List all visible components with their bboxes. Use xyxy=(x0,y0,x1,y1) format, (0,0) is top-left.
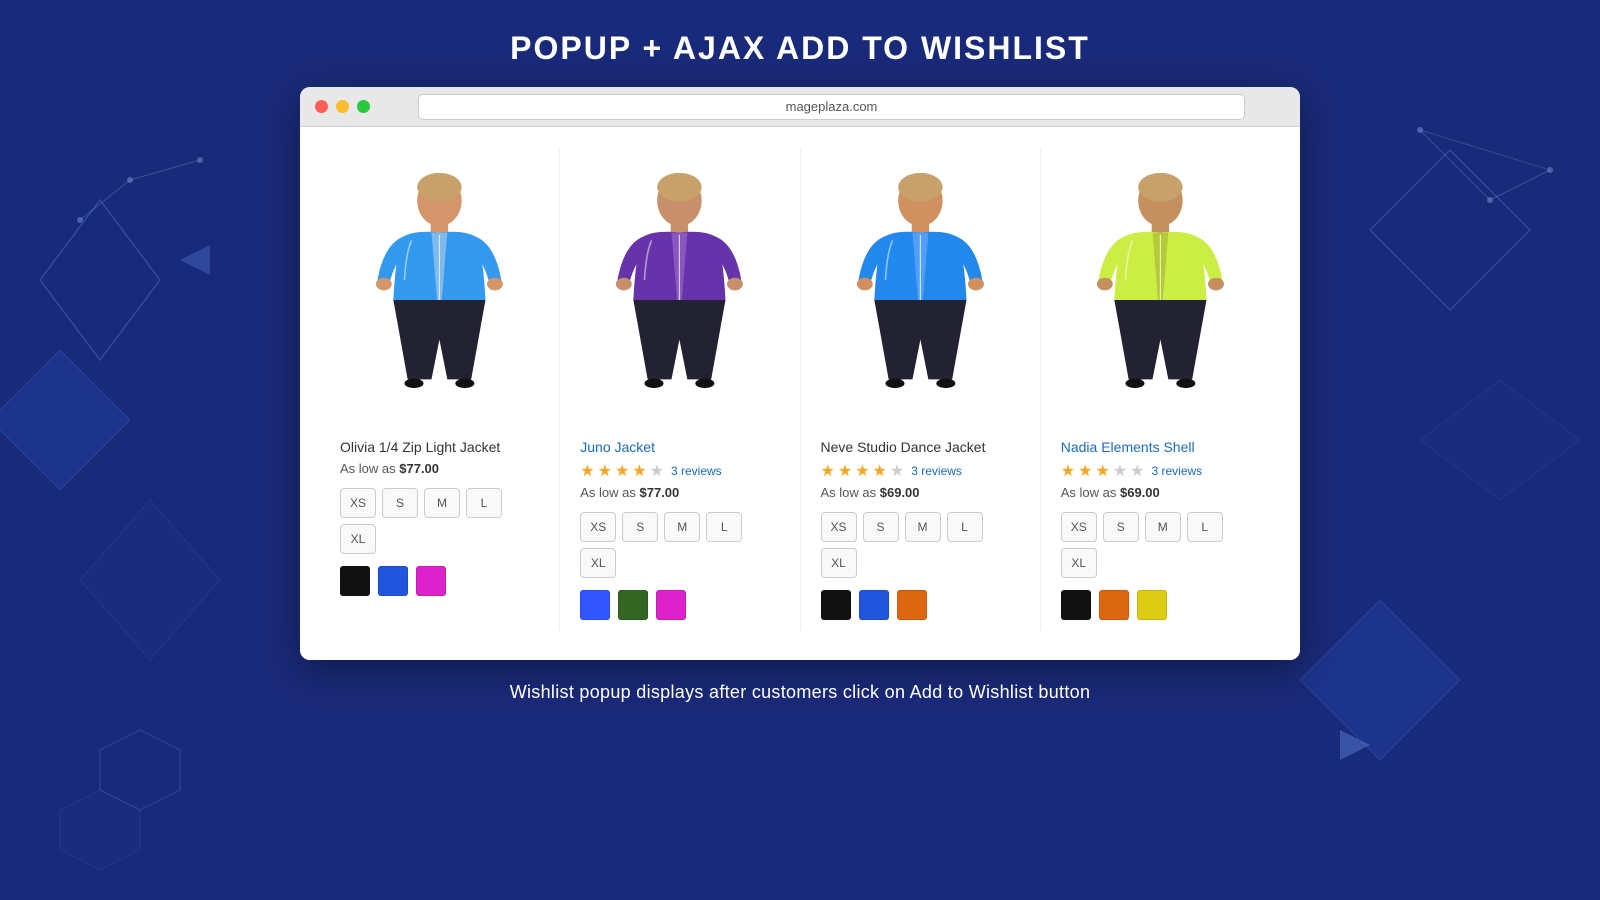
star-3: ★ xyxy=(615,461,629,481)
product-colors xyxy=(580,590,779,620)
page-subtitle: Wishlist popup displays after customers … xyxy=(510,682,1091,703)
browser-window: mageplaza.com Olivia 1/ xyxy=(300,87,1300,660)
browser-url-bar[interactable]: mageplaza.com xyxy=(418,94,1245,120)
color-swatch-1[interactable] xyxy=(1099,590,1129,620)
color-swatch-0[interactable] xyxy=(580,590,610,620)
product-card-p1: Olivia 1/4 Zip Light Jacket As low as $7… xyxy=(320,147,560,630)
browser-bar: mageplaza.com xyxy=(300,87,1300,127)
reviews-link[interactable]: 3 reviews xyxy=(911,464,962,478)
product-image xyxy=(1061,157,1260,427)
product-name[interactable]: Juno Jacket xyxy=(580,439,779,455)
reviews-link[interactable]: 3 reviews xyxy=(671,464,722,478)
product-sizes: XSSML XL xyxy=(821,512,1020,578)
star-3: ★ xyxy=(855,461,869,481)
star-5: ★ xyxy=(890,461,904,481)
color-swatch-1[interactable] xyxy=(378,566,408,596)
browser-maximize-dot[interactable] xyxy=(357,100,370,113)
browser-minimize-dot[interactable] xyxy=(336,100,349,113)
color-swatch-2[interactable] xyxy=(1137,590,1167,620)
size-btn-s[interactable]: S xyxy=(622,512,658,542)
color-swatch-2[interactable] xyxy=(897,590,927,620)
size-btn-l[interactable]: L xyxy=(466,488,502,518)
star-4: ★ xyxy=(873,461,887,481)
color-swatch-1[interactable] xyxy=(618,590,648,620)
product-price: As low as $77.00 xyxy=(340,461,539,476)
product-name[interactable]: Nadia Elements Shell xyxy=(1061,439,1260,455)
size-btn-m[interactable]: M xyxy=(664,512,700,542)
product-card-p3: Neve Studio Dance Jacket ★★★★★3 reviews … xyxy=(801,147,1041,630)
product-card-p4: Nadia Elements Shell ★★★★★3 reviews As l… xyxy=(1041,147,1280,630)
star-2: ★ xyxy=(598,461,612,481)
product-name: Neve Studio Dance Jacket xyxy=(821,439,1020,455)
product-image xyxy=(821,157,1020,427)
size-btn-xs[interactable]: XS xyxy=(340,488,376,518)
star-2: ★ xyxy=(1078,461,1092,481)
color-swatch-1[interactable] xyxy=(859,590,889,620)
star-4: ★ xyxy=(1113,461,1127,481)
size-btn-xs[interactable]: XS xyxy=(821,512,857,542)
star-1: ★ xyxy=(821,461,835,481)
product-stars: ★★★★★3 reviews xyxy=(1061,461,1260,481)
products-grid: Olivia 1/4 Zip Light Jacket As low as $7… xyxy=(300,127,1300,660)
size-btn-xs[interactable]: XS xyxy=(1061,512,1097,542)
product-image xyxy=(580,157,779,427)
star-3: ★ xyxy=(1095,461,1109,481)
product-sizes: XSSML XL xyxy=(340,488,539,554)
size-btn-m[interactable]: M xyxy=(424,488,460,518)
product-price: As low as $77.00 xyxy=(580,485,779,500)
size-btn-xs[interactable]: XS xyxy=(580,512,616,542)
product-price: As low as $69.00 xyxy=(821,485,1020,500)
product-stars: ★★★★★3 reviews xyxy=(821,461,1020,481)
product-card-p2: Juno Jacket ★★★★★3 reviews As low as $77… xyxy=(560,147,800,630)
color-swatch-2[interactable] xyxy=(416,566,446,596)
product-price: As low as $69.00 xyxy=(1061,485,1260,500)
product-colors xyxy=(821,590,1020,620)
product-sizes: XSSML XL xyxy=(1061,512,1260,578)
size-btn-s[interactable]: S xyxy=(382,488,418,518)
page-title: POPUP + AJAX ADD TO WISHLIST xyxy=(510,30,1090,67)
star-1: ★ xyxy=(1061,461,1075,481)
size-btn-s[interactable]: S xyxy=(1103,512,1139,542)
size-btn-l[interactable]: L xyxy=(706,512,742,542)
size-btn-xl[interactable]: XL xyxy=(1061,548,1097,578)
size-btn-l[interactable]: L xyxy=(1187,512,1223,542)
color-swatch-0[interactable] xyxy=(821,590,851,620)
browser-close-dot[interactable] xyxy=(315,100,328,113)
product-colors xyxy=(340,566,539,596)
color-swatch-0[interactable] xyxy=(1061,590,1091,620)
star-2: ★ xyxy=(838,461,852,481)
size-btn-l[interactable]: L xyxy=(947,512,983,542)
size-btn-xl[interactable]: XL xyxy=(340,524,376,554)
product-stars: ★★★★★3 reviews xyxy=(580,461,779,481)
size-btn-xl[interactable]: XL xyxy=(580,548,616,578)
product-colors xyxy=(1061,590,1260,620)
size-btn-s[interactable]: S xyxy=(863,512,899,542)
size-btn-m[interactable]: M xyxy=(1145,512,1181,542)
reviews-link[interactable]: 3 reviews xyxy=(1151,464,1202,478)
star-5: ★ xyxy=(1130,461,1144,481)
star-4: ★ xyxy=(632,461,646,481)
size-btn-xl[interactable]: XL xyxy=(821,548,857,578)
product-image xyxy=(340,157,539,427)
color-swatch-2[interactable] xyxy=(656,590,686,620)
color-swatch-0[interactable] xyxy=(340,566,370,596)
size-btn-m[interactable]: M xyxy=(905,512,941,542)
product-sizes: XSSML XL xyxy=(580,512,779,578)
product-name: Olivia 1/4 Zip Light Jacket xyxy=(340,439,539,455)
star-5: ★ xyxy=(650,461,664,481)
star-1: ★ xyxy=(580,461,594,481)
